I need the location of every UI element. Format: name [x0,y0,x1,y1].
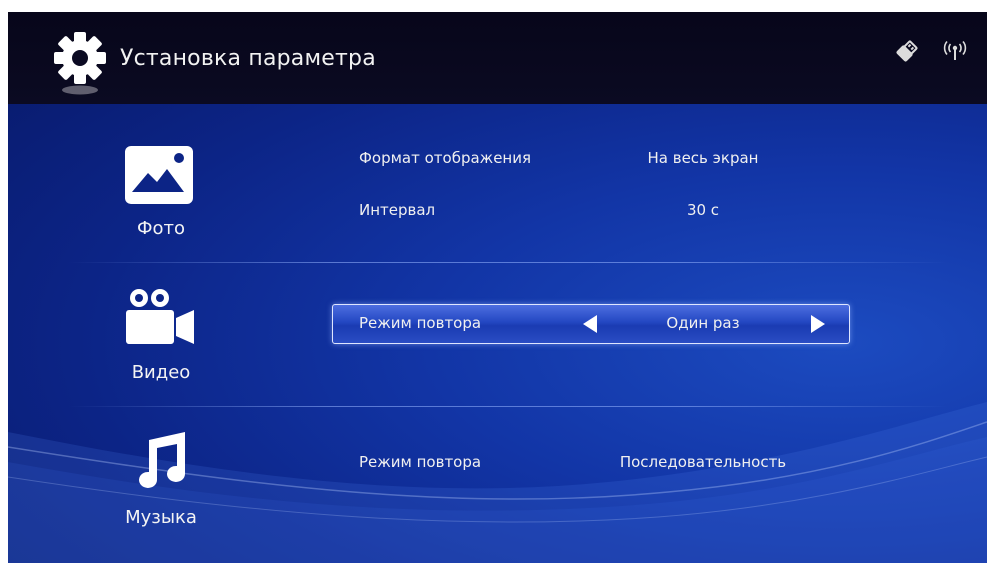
setting-value-interval[interactable]: 30 с [573,201,833,219]
setting-label-display-format: Формат отображения [359,149,532,167]
header-bar: Установка параметра [8,12,987,104]
section-divider [68,406,948,407]
setting-value-display-format[interactable]: На весь экран [573,149,833,167]
setting-label-music-repeat-mode: Режим повтора [359,453,482,471]
wifi-icon [942,40,968,66]
selected-setting-row[interactable]: Режим повтора Один раз [332,304,850,344]
setting-label-interval: Интервал [359,201,436,219]
arrow-right-icon[interactable] [811,315,825,333]
usb-icon [896,40,918,66]
music-note-icon[interactable] [131,430,191,496]
setting-label-repeat-mode: Режим повтора [359,314,482,332]
settings-screen: Установка параметра Фото Формат отображе… [8,12,987,563]
category-photo[interactable]: Фото [101,218,221,239]
category-video[interactable]: Видео [101,362,221,383]
gear-icon [52,30,108,96]
section-divider [68,262,948,263]
video-camera-icon[interactable] [124,288,196,350]
photo-icon[interactable] [124,145,194,209]
category-music[interactable]: Музыка [101,507,221,528]
page-title: Установка параметра [120,46,376,71]
setting-value-music-repeat-mode[interactable]: Последовательность [573,453,833,471]
setting-value-repeat-mode[interactable]: Один раз [573,314,833,332]
